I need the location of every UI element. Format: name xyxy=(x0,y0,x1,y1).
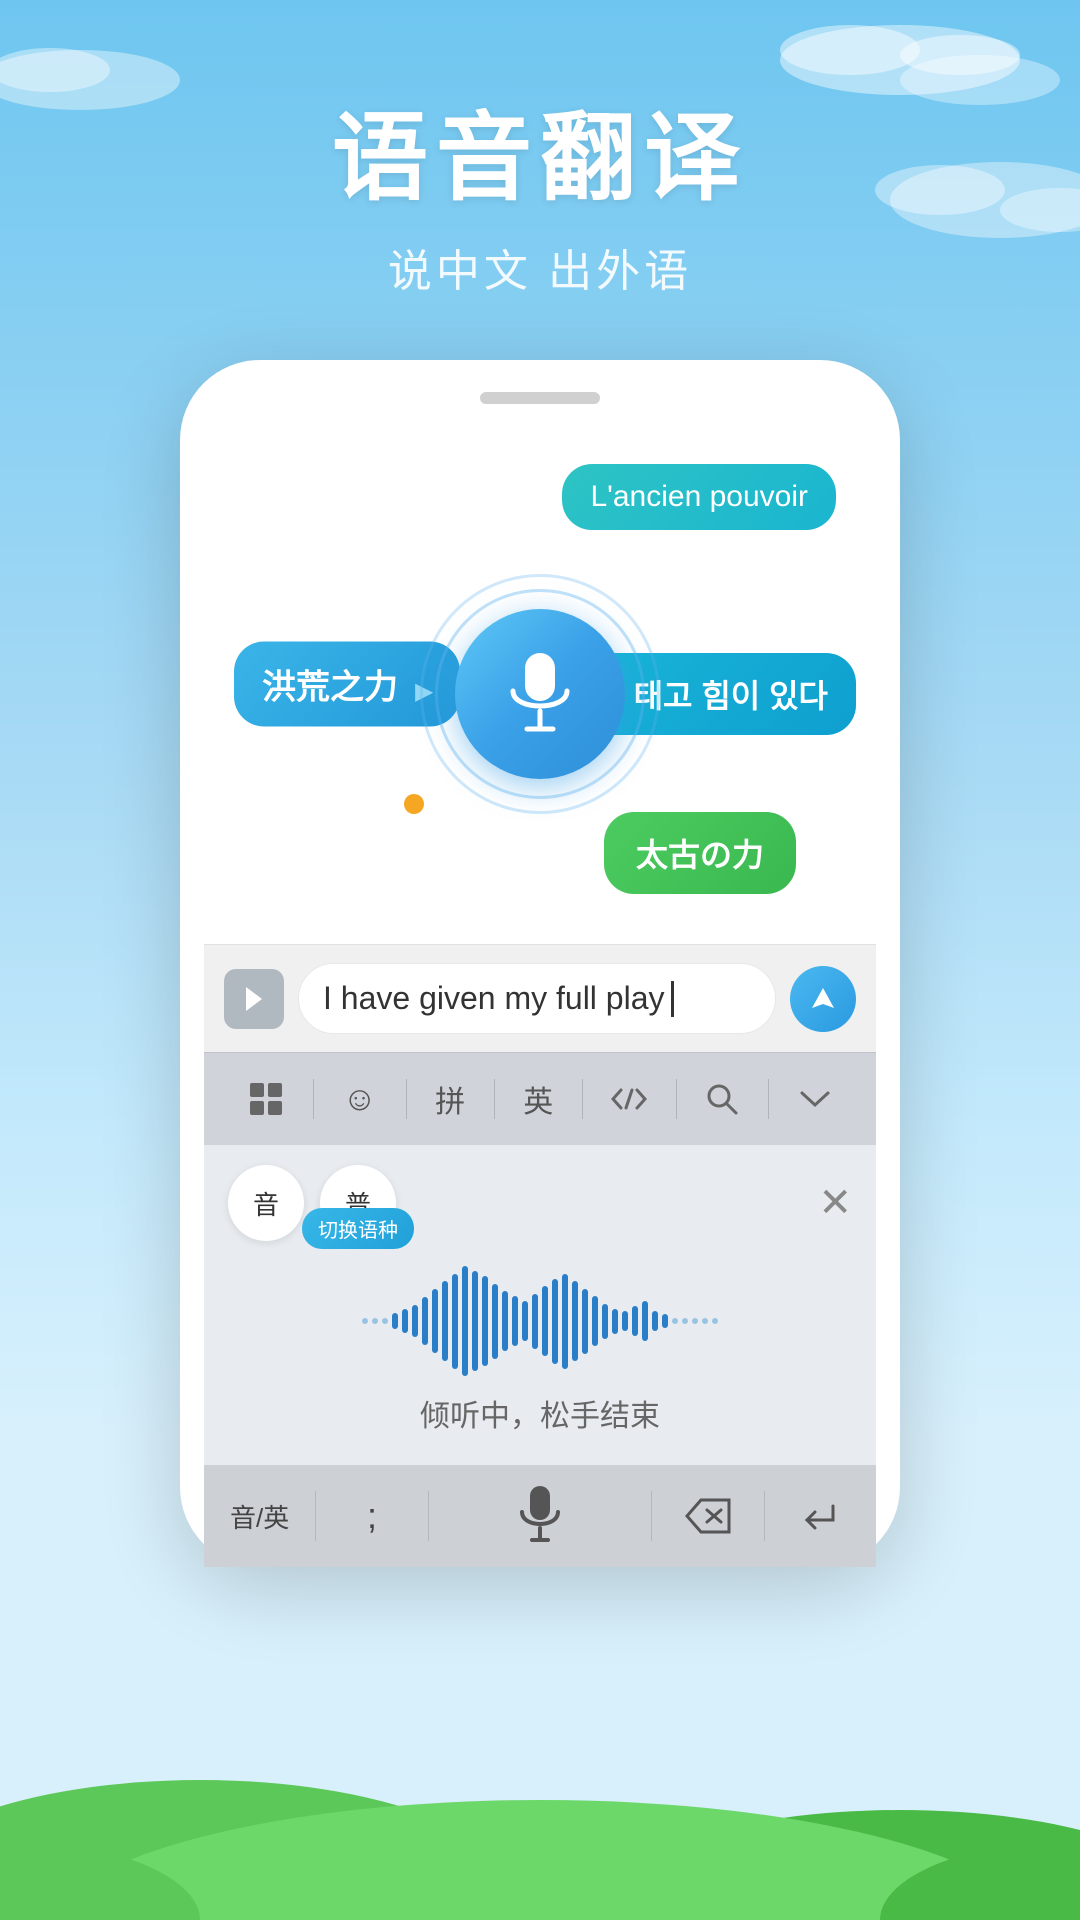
wave-element xyxy=(642,1301,648,1341)
keyboard-grid-btn[interactable] xyxy=(236,1073,296,1125)
wave-element xyxy=(702,1318,708,1324)
return-btn[interactable] xyxy=(765,1482,876,1550)
punctuation-btn[interactable]: ; xyxy=(316,1481,427,1551)
wave-element xyxy=(462,1266,468,1376)
wave-element xyxy=(582,1289,588,1354)
wave-element xyxy=(572,1281,578,1361)
grid-icon xyxy=(248,1081,284,1117)
wave-element xyxy=(712,1318,718,1324)
wave-element xyxy=(412,1305,418,1337)
bubble-japanese: 太古の力 xyxy=(604,812,796,894)
header-section: 语音翻译 说中文 出外语 xyxy=(0,80,1080,299)
wave-element xyxy=(692,1318,698,1324)
wave-element xyxy=(662,1314,668,1328)
input-text: I have given my full play xyxy=(323,980,665,1017)
bottom-keyboard-bar: 音/英 ; xyxy=(204,1465,876,1567)
orange-dot-decoration xyxy=(404,794,424,814)
keyboard-toolbar: ☺ 拼 英 xyxy=(204,1052,876,1145)
app-title: 语音翻译 xyxy=(0,80,1080,219)
wave-element xyxy=(482,1276,488,1366)
bottom-microphone-icon xyxy=(516,1484,564,1548)
code-btn[interactable] xyxy=(599,1078,659,1120)
wave-element xyxy=(382,1318,388,1324)
backspace-btn[interactable] xyxy=(652,1482,763,1550)
wave-element xyxy=(432,1289,438,1353)
wave-element xyxy=(562,1274,568,1369)
wave-element xyxy=(542,1286,548,1356)
mic-button-wrap[interactable] xyxy=(440,594,640,794)
pinyin-btn[interactable]: 拼 xyxy=(423,1069,477,1129)
emoji-btn[interactable]: ☺ xyxy=(330,1072,389,1127)
wave-element xyxy=(392,1313,398,1329)
wave-element xyxy=(512,1296,518,1346)
wave-element xyxy=(442,1281,448,1361)
phone-screen: L'ancien pouvoir 洪荒之力 태고 힘이 있다 太古の力 xyxy=(204,424,876,1567)
voice-lang-audio-btn[interactable]: 音 xyxy=(228,1165,304,1241)
voice-kb-top-row: 音 普 切换语种 ✕ xyxy=(228,1165,852,1241)
toolbar-divider-4 xyxy=(582,1079,583,1119)
wave-element xyxy=(682,1318,688,1324)
wave-element xyxy=(622,1311,628,1331)
expand-button[interactable] xyxy=(224,969,284,1029)
wave-element xyxy=(502,1291,508,1351)
toolbar-divider-2 xyxy=(406,1079,407,1119)
audio-english-toggle-btn[interactable]: 音/英 xyxy=(204,1484,315,1549)
phone-outer: L'ancien pouvoir 洪荒之力 태고 힘이 있다 太古の力 xyxy=(180,360,900,1567)
toolbar-divider-6 xyxy=(768,1079,769,1119)
chat-area: L'ancien pouvoir 洪荒之力 태고 힘이 있다 太古の力 xyxy=(204,424,876,944)
close-voice-panel-btn[interactable]: ✕ xyxy=(818,1180,852,1226)
toolbar-divider-1 xyxy=(313,1079,314,1119)
listening-status-text: 倾听中，松手结束 xyxy=(228,1391,852,1435)
wave-element xyxy=(602,1304,608,1339)
microphone-icon xyxy=(505,649,575,739)
send-icon xyxy=(806,982,840,1016)
phone-mockup: L'ancien pouvoir 洪荒之力 태고 힘이 있다 太古の力 xyxy=(180,360,900,1567)
wave-element xyxy=(372,1318,378,1324)
wave-element xyxy=(672,1318,678,1324)
waveform-display xyxy=(228,1261,852,1381)
input-bar: I have given my full play xyxy=(204,944,876,1052)
app-subtitle: 说中文 出外语 xyxy=(0,235,1080,299)
switch-language-btn[interactable]: 切换语种 xyxy=(302,1208,414,1249)
wave-element xyxy=(632,1306,638,1336)
wave-element xyxy=(452,1274,458,1369)
wave-element xyxy=(552,1279,558,1364)
wave-element xyxy=(402,1309,408,1333)
mic-button[interactable] xyxy=(455,609,625,779)
search-btn[interactable] xyxy=(693,1074,751,1124)
bottom-mic-btn[interactable] xyxy=(429,1484,652,1548)
wave-element xyxy=(522,1301,528,1341)
toolbar-divider-3 xyxy=(494,1079,495,1119)
text-cursor xyxy=(671,981,674,1017)
wave-element xyxy=(592,1296,598,1346)
bubble-french: L'ancien pouvoir xyxy=(562,464,836,530)
wave-element xyxy=(422,1297,428,1345)
green-hills xyxy=(0,1520,1080,1920)
wave-element xyxy=(362,1318,368,1324)
chevron-down-icon xyxy=(798,1087,832,1111)
search-icon xyxy=(705,1082,739,1116)
toolbar-divider-5 xyxy=(676,1079,677,1119)
voice-keyboard-panel: 音 普 切换语种 ✕ xyxy=(204,1145,876,1465)
return-icon xyxy=(795,1496,845,1536)
wave-element xyxy=(532,1294,538,1349)
collapse-btn[interactable] xyxy=(786,1079,844,1119)
wave-element xyxy=(492,1284,498,1359)
voice-lang-standard-btn[interactable]: 普 切换语种 xyxy=(320,1165,396,1241)
chevron-right-icon xyxy=(238,983,270,1015)
code-icon xyxy=(611,1086,647,1112)
voice-lang-buttons: 音 普 切换语种 xyxy=(228,1165,396,1241)
english-btn[interactable]: 英 xyxy=(511,1069,565,1129)
backspace-icon xyxy=(683,1496,733,1536)
phone-notch xyxy=(480,392,600,404)
wave-element xyxy=(472,1271,478,1371)
wave-element xyxy=(612,1309,618,1334)
wave-element xyxy=(652,1311,658,1331)
send-button[interactable] xyxy=(790,966,856,1032)
text-input-field[interactable]: I have given my full play xyxy=(298,963,776,1034)
